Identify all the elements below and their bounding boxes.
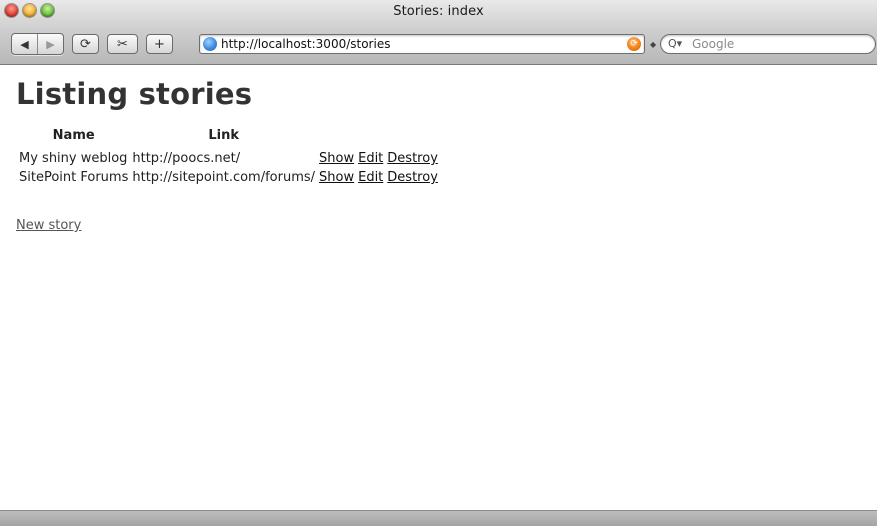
back-arrow-icon: ◀ [20,37,29,51]
stories-table: Name Link My shiny weblog http://poocs.n… [16,125,441,188]
browser-chrome: Stories: index ◀ ▶ ⟳ ✂ + http://localhos… [0,0,877,65]
reload-icon: ⟳ [80,36,91,52]
story-link: http://poocs.net/ [132,151,241,166]
show-link[interactable]: Show [319,151,354,166]
status-bar [0,510,877,526]
story-name: My shiny weblog [19,151,128,166]
column-header-link: Link [208,128,240,143]
add-bookmark-button[interactable]: + [146,34,173,54]
page-title: Listing stories [16,77,253,111]
table-row: SitePoint Forums http://sitepoint.com/fo… [18,169,439,186]
reload-button[interactable]: ⟳ [72,34,99,54]
destroy-link[interactable]: Destroy [387,170,438,185]
column-header-edit [357,127,384,148]
forward-button[interactable]: ▶ [37,34,63,54]
browser-window: Stories: index ◀ ▶ ⟳ ✂ + http://localhos… [0,0,877,526]
snippet-icon: ✂ [117,36,128,52]
window-title: Stories: index [393,4,484,19]
column-header-show [318,127,355,148]
column-header-destroy [386,127,439,148]
back-button[interactable]: ◀ [12,34,37,54]
search-placeholder: Google [692,37,735,51]
show-link[interactable]: Show [319,170,354,185]
story-link: http://sitepoint.com/forums/ [132,170,316,185]
table-row: My shiny weblog http://poocs.net/ Show E… [18,150,439,167]
column-header-name: Name [52,128,95,143]
edit-link[interactable]: Edit [358,170,383,185]
forward-arrow-icon: ▶ [46,37,55,51]
back-forward-group: ◀ ▶ [11,33,64,55]
reload-url-icon[interactable] [627,37,641,51]
address-bar-url[interactable]: http://localhost:3000/stories [221,37,390,51]
address-dropdown-icon[interactable]: ◆ [650,40,656,49]
search-icon[interactable]: Q▾ [668,37,682,50]
navigation-toolbar: ◀ ▶ ⟳ ✂ + [11,33,173,55]
snippet-button[interactable]: ✂ [107,34,138,54]
plus-icon: + [154,36,165,52]
address-bar[interactable]: http://localhost:3000/stories [199,34,645,54]
edit-link[interactable]: Edit [358,151,383,166]
page-content: Listing stories Name Link My shiny weblo… [0,65,877,510]
table-header-row: Name Link [18,127,439,148]
globe-icon [203,37,217,51]
story-name: SitePoint Forums [19,170,129,185]
destroy-link[interactable]: Destroy [387,151,438,166]
new-story-link[interactable]: New story [16,218,81,233]
search-field[interactable]: Q▾ Google [660,34,876,54]
